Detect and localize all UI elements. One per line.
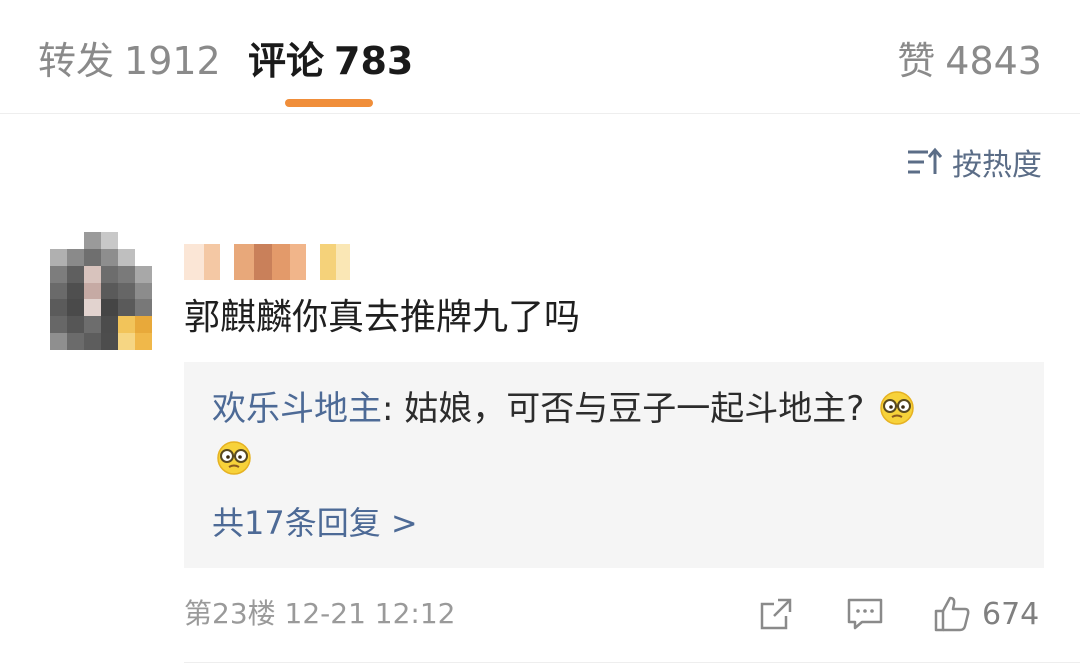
reply-comment-button[interactable] bbox=[846, 594, 884, 634]
tab-comment-count: 783 bbox=[334, 39, 414, 83]
username-blurred[interactable] bbox=[184, 244, 350, 280]
sort-by-hot-button[interactable]: 按热度 bbox=[906, 142, 1042, 183]
share-button[interactable] bbox=[758, 594, 794, 634]
reply-preview-box[interactable]: 欢乐斗地主: 姑娘，可否与豆子一起斗地主? 共17条回复 > bbox=[184, 362, 1044, 568]
tab-comment[interactable]: 评论 783 bbox=[248, 38, 413, 84]
tab-repost[interactable]: 转发 1912 bbox=[38, 38, 221, 84]
thumbs-up-icon bbox=[934, 596, 970, 632]
comment-text: 郭麒麟你真去推牌九了吗 bbox=[184, 297, 581, 338]
share-icon bbox=[760, 598, 792, 630]
tab-comment-label: 评论 bbox=[248, 39, 325, 83]
comment-tabs-bar: 转发 1912 评论 783 赞 4843 bbox=[0, 0, 1080, 114]
sort-icon bbox=[908, 147, 942, 174]
divider bbox=[184, 662, 1080, 663]
reply-text: : 姑娘，可否与豆子一起斗地主? bbox=[382, 389, 865, 429]
glasses-emoji-icon bbox=[217, 441, 251, 475]
tab-repost-label: 转发 bbox=[38, 39, 115, 83]
active-tab-indicator bbox=[285, 99, 373, 107]
tab-like-label: 赞 bbox=[897, 39, 936, 83]
tab-like[interactable]: 赞 4843 bbox=[897, 38, 1042, 84]
view-all-replies-link[interactable]: 共17条回复 > bbox=[212, 503, 418, 543]
comment-meta: 第23楼 12-21 12:12 bbox=[184, 597, 456, 630]
sort-label: 按热度 bbox=[952, 148, 1042, 183]
reply-author-link[interactable]: 欢乐斗地主 bbox=[212, 389, 382, 429]
tab-repost-count: 1912 bbox=[124, 39, 221, 83]
like-button[interactable]: 674 bbox=[932, 594, 1039, 634]
tab-like-count: 4843 bbox=[945, 39, 1042, 83]
comment-icon bbox=[847, 598, 883, 630]
reply-line: 欢乐斗地主: 姑娘，可否与豆子一起斗地主? bbox=[212, 388, 915, 430]
glasses-emoji-icon bbox=[880, 391, 914, 425]
avatar[interactable] bbox=[50, 232, 152, 350]
like-count: 674 bbox=[982, 596, 1040, 632]
